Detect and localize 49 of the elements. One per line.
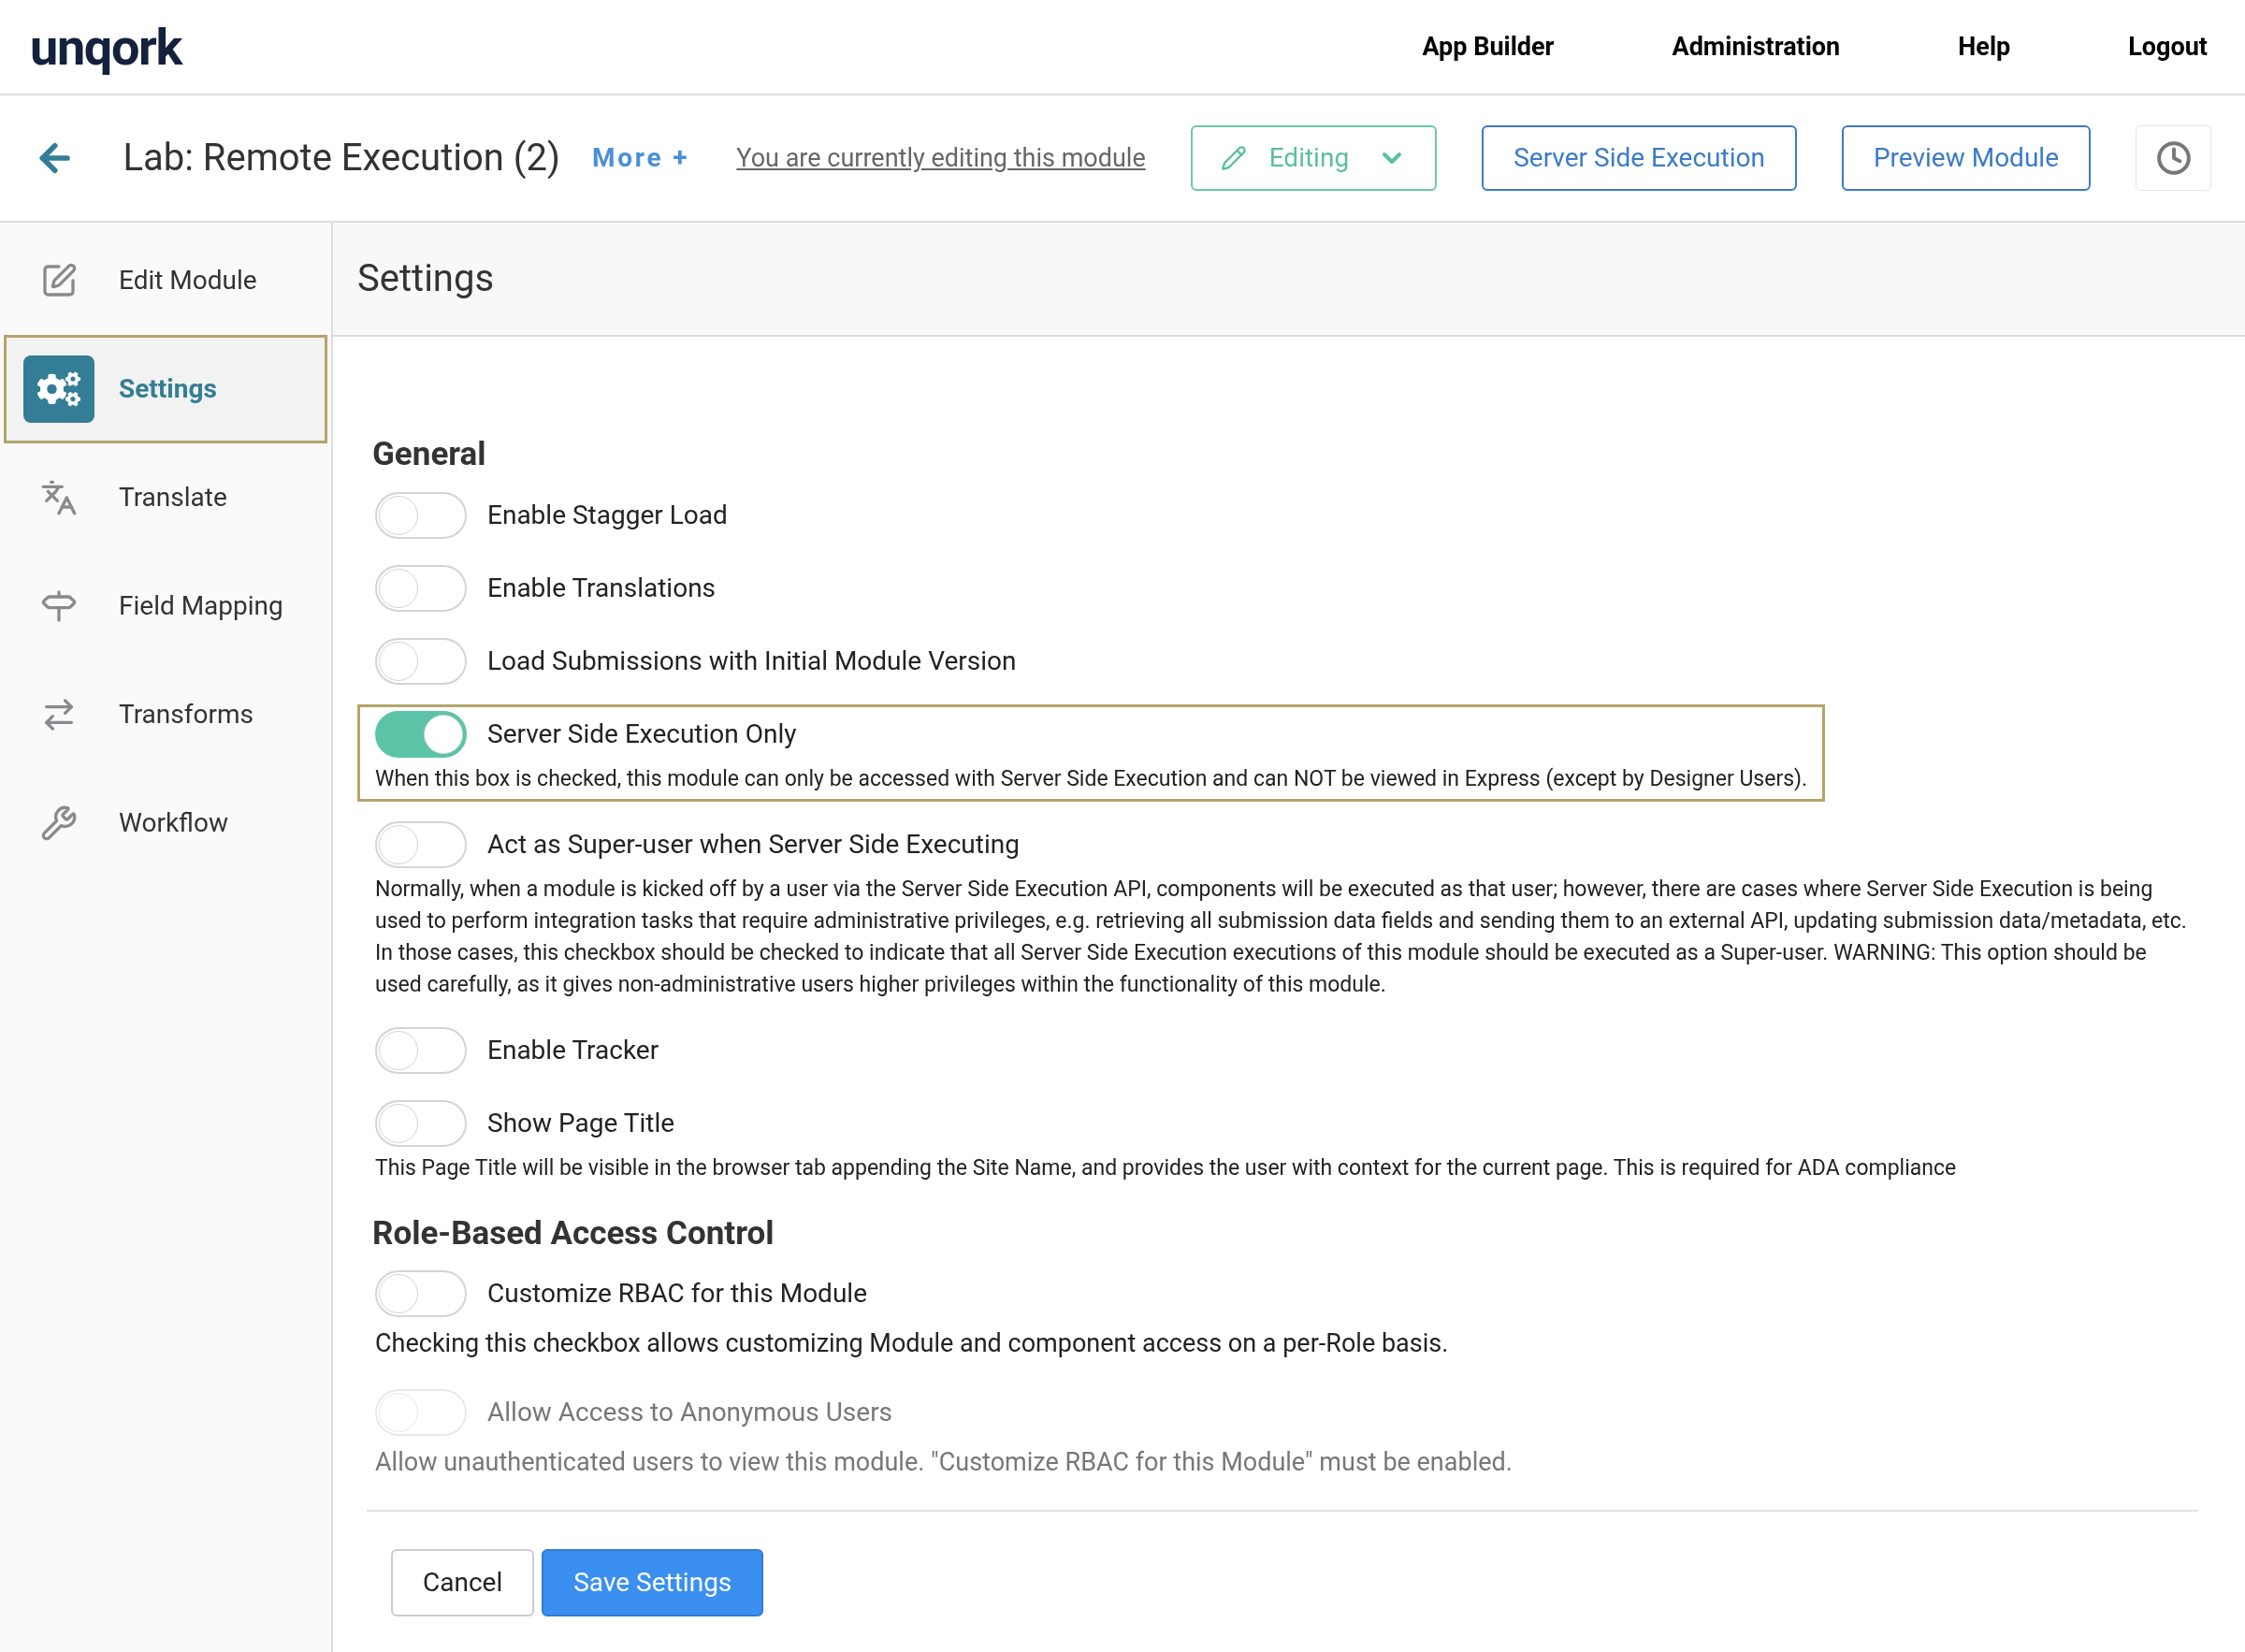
toggle-switch[interactable] xyxy=(375,1099,467,1147)
wrench-icon xyxy=(40,804,78,842)
page-title: Settings xyxy=(357,255,495,302)
option-description: Normally, when a module is kicked off by a user via the Server Side Execution API, components will be executed as that user; however, there are cases where Server Side Execution is being used to perform integration tasks that require administrative privileges, e.g. retrieving all submission data fields and sending them to an external API, updating submission data/metadata, etc. In those cases, this checkbox should be checked to indicate that all Server Side Execution executions of this module should be executed as a Super-user. WARNING: This option should be used carefully, as it gives non-administrative users higher privileges within the functionality of this module. xyxy=(375,875,2188,999)
editing-notice-link[interactable]: You are currently editing this module xyxy=(736,138,1146,178)
edit-icon xyxy=(40,262,78,299)
option-description: When this box is checked, this module can only be accessed with Server Side Execution and can NOT be viewed in Express (except by Designer Users). xyxy=(375,764,1808,793)
section-heading: Role-Based Access Control xyxy=(372,1212,775,1254)
toggle-switch[interactable] xyxy=(375,491,467,539)
option-label: Enable Stagger Load xyxy=(487,498,728,532)
option-label: Allow Access to Anonymous Users xyxy=(487,1395,893,1429)
option-label: Act as Super-user when Server Side Executing xyxy=(487,827,1020,862)
option-label: Customize RBAC for this Module xyxy=(487,1277,867,1311)
option-label: Enable Tracker xyxy=(487,1033,659,1067)
sidebar-item[interactable]: Field Mapping xyxy=(4,552,327,660)
sidebar-item[interactable]: Transforms xyxy=(4,660,327,769)
module-title: Lab: Remote Execution (2) xyxy=(123,135,560,181)
nav-link[interactable]: App Builder xyxy=(1422,27,1555,66)
nav-link[interactable]: Help xyxy=(1958,27,2011,66)
sidebar-item[interactable]: Settings xyxy=(4,335,327,443)
option-label: Enable Translations xyxy=(487,571,717,605)
option-description: Checking this checkbox allows customizing Module and component access on a per-Role basis. xyxy=(375,1327,1450,1360)
nav-link[interactable]: Logout xyxy=(2128,27,2208,66)
sidebar-item[interactable]: Workflow xyxy=(4,769,327,877)
mode-label: Editing xyxy=(1268,141,1350,175)
section-heading: General xyxy=(372,434,487,475)
cancel-button[interactable]: Cancel xyxy=(391,1549,535,1616)
clock-icon xyxy=(2155,140,2192,176)
toggle-switch[interactable] xyxy=(375,820,467,868)
option-description: Allow unauthenticated users to view this module. "Customize RBAC for this Module" must be enabled. xyxy=(375,1445,1514,1479)
option-label: Load Submissions with Initial Module Version xyxy=(487,644,1017,678)
option-description: This Page Title will be visible in the browser tab appending the Site Name, and provides the user with context for the current page. This is required for ADA compliance xyxy=(375,1153,1958,1182)
settings-icon xyxy=(23,355,94,423)
nav-link[interactable]: Administration xyxy=(1672,27,1841,66)
sidebar-item[interactable]: Edit Module xyxy=(4,226,327,335)
brand-logo[interactable]: unqork xyxy=(30,8,181,85)
toggle-switch[interactable] xyxy=(375,564,467,612)
toggle-switch[interactable] xyxy=(375,1270,467,1317)
option-label: Show Page Title xyxy=(487,1106,675,1140)
option-label: Server Side Execution Only xyxy=(487,717,797,751)
header-button[interactable]: Preview Module xyxy=(1841,125,2091,191)
toggle-switch[interactable] xyxy=(375,637,467,685)
toggle-switch[interactable] xyxy=(375,710,467,758)
sidebar-item[interactable]: Translate xyxy=(4,443,327,552)
toggle-switch[interactable] xyxy=(375,1026,467,1074)
history-button[interactable] xyxy=(2136,125,2211,191)
translate-icon xyxy=(40,479,78,516)
header-button[interactable]: Server Side Execution xyxy=(1482,125,1797,191)
pencil-icon xyxy=(1220,145,1247,171)
